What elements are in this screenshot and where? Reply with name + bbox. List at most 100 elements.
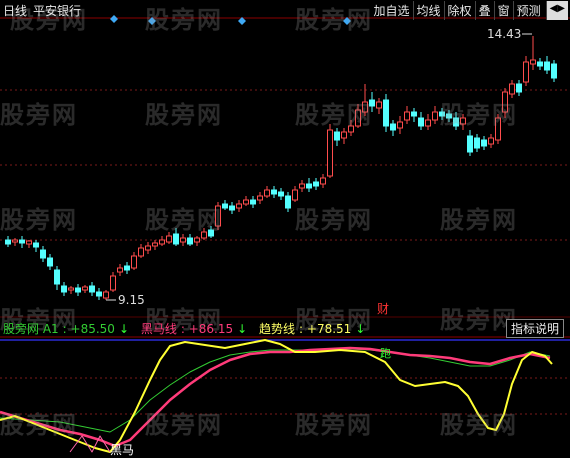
candle-body xyxy=(355,109,361,127)
candle-body xyxy=(131,255,137,269)
candle-body xyxy=(173,233,179,245)
candle-body xyxy=(348,125,354,133)
candle-body xyxy=(383,99,389,127)
candle-body xyxy=(509,83,515,95)
candle-body xyxy=(47,257,53,267)
add-watchlist-button[interactable]: 加自选 xyxy=(371,1,413,20)
candle-body xyxy=(19,239,25,244)
candle-body xyxy=(551,63,557,79)
candle-body xyxy=(516,83,522,93)
candle-body xyxy=(411,111,417,117)
security-name: 平安银行 xyxy=(33,4,82,18)
indicator-help-button[interactable]: 指标说明 xyxy=(505,319,564,338)
candle-body xyxy=(278,191,284,197)
candle-body xyxy=(243,199,249,205)
ex-rights-button[interactable]: 除权 xyxy=(443,1,475,20)
candle-body xyxy=(362,101,368,113)
candle-body xyxy=(313,181,319,187)
event-marker: 财 xyxy=(377,302,389,316)
candle-body xyxy=(33,242,39,248)
candle-body xyxy=(404,111,410,121)
candle-body xyxy=(257,195,263,201)
candle-body xyxy=(460,117,466,125)
candle-body xyxy=(341,131,347,139)
candle-body xyxy=(208,229,214,237)
candle-body xyxy=(89,285,95,293)
candle-body xyxy=(432,111,438,121)
candle-body xyxy=(299,183,305,189)
candle-body xyxy=(26,240,32,245)
heima-arrow: ↓ xyxy=(237,322,248,336)
candle-body xyxy=(488,137,494,145)
candle-body xyxy=(418,117,424,127)
candle-body xyxy=(124,265,130,271)
candle-body xyxy=(236,203,242,209)
window-button[interactable]: 窗 xyxy=(493,1,513,20)
trend-value: +78.51 xyxy=(306,322,352,336)
moving-average-button[interactable]: 均线 xyxy=(412,1,444,20)
candle-body xyxy=(474,137,480,149)
candle-body xyxy=(292,189,298,201)
indicator-a1-label: 股旁网 A1: +85.50 ↓ xyxy=(3,322,130,336)
indicator-legend: 股旁网 A1: +85.50 ↓ 黑马线: +86.15 ↓ 趋势线: +78.51… xyxy=(3,320,373,337)
candle-body xyxy=(54,269,60,285)
top-bar: 日线 平安银行 加自选 均线 除权 叠 窗 预测 ◀▶ xyxy=(0,0,570,20)
candle-body xyxy=(194,237,200,243)
low-price-label: 9.15 xyxy=(118,293,145,307)
a1-arrow: ↓ xyxy=(118,322,130,336)
candle-body xyxy=(537,61,543,67)
pao-text: 跑 xyxy=(380,346,391,360)
candle-body xyxy=(61,285,67,293)
trend-label: 趋势线 xyxy=(259,322,296,336)
candle-body xyxy=(334,131,340,141)
candle-body xyxy=(96,291,102,297)
chart-stage: 14.43 9.15 财黑马跑 股旁网 股旁网 股旁网 股旁网 股旁网 股旁网 股旁… xyxy=(0,0,570,458)
candle-body xyxy=(75,287,81,293)
candle-body xyxy=(523,61,529,83)
candle-body xyxy=(481,139,487,147)
candle-body xyxy=(229,205,235,211)
candle-body xyxy=(180,237,186,243)
a1-value: +85.50 xyxy=(70,322,115,336)
period-label[interactable]: 日线 xyxy=(3,4,27,18)
forecast-button[interactable]: 预测 xyxy=(512,1,544,20)
candle-body xyxy=(222,203,228,209)
candle-body xyxy=(110,275,116,291)
left-right-arrows-icon[interactable]: ◀▶ xyxy=(545,1,568,20)
candle-body xyxy=(166,235,172,243)
candle-body xyxy=(117,267,123,273)
candle-body xyxy=(369,99,375,107)
toolbar: 加自选 均线 除权 叠 窗 预测 ◀▶ xyxy=(371,1,568,20)
candle-body xyxy=(285,195,291,209)
high-price-label: 14.43 xyxy=(487,27,521,41)
candle-body xyxy=(103,291,109,299)
candle-body xyxy=(439,111,445,117)
candle-body xyxy=(376,101,382,109)
trend-arrow: ↓ xyxy=(355,322,366,336)
candle-body xyxy=(306,183,312,189)
candle-body xyxy=(152,242,158,247)
candle-body xyxy=(530,59,536,65)
trend-line-label: 趋势线: +78.51 ↓ xyxy=(259,322,366,336)
candle-body xyxy=(467,135,473,153)
candle-body xyxy=(320,177,326,185)
candle-body xyxy=(453,117,459,127)
candle-body xyxy=(397,121,403,129)
candle-body xyxy=(12,239,18,243)
candle-body xyxy=(5,239,11,245)
candle-body xyxy=(544,61,550,71)
indicator-name: 股旁网 A1 xyxy=(3,322,59,336)
candle-body xyxy=(215,205,221,227)
candle-body xyxy=(68,287,74,291)
candle-body xyxy=(271,189,277,195)
candle-body xyxy=(82,286,88,291)
candle-body xyxy=(145,245,151,251)
overlay-button[interactable]: 叠 xyxy=(474,1,494,20)
candle-body xyxy=(495,117,501,141)
candle-body xyxy=(446,113,452,119)
candle-body xyxy=(201,231,207,239)
heima-line-label: 黑马线: +86.15 ↓ xyxy=(140,322,248,336)
heima-label: 黑马线 xyxy=(140,322,177,336)
candle-body xyxy=(425,119,431,127)
candle-body xyxy=(138,247,144,257)
